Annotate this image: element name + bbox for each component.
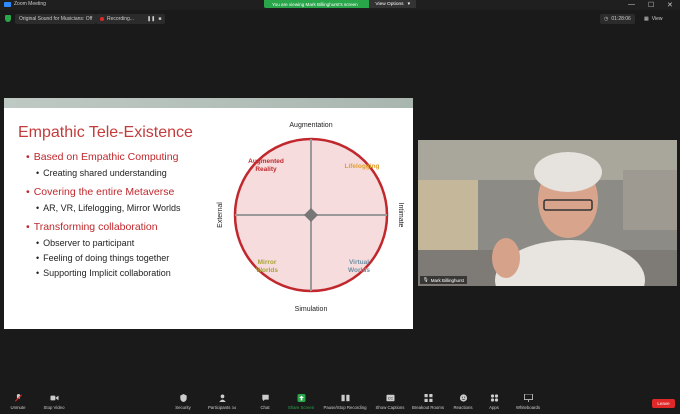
shared-slide: Empathic Tele-Existence • Based on Empath… <box>4 98 413 329</box>
show-captions-button[interactable]: CC Show Captions <box>370 394 410 410</box>
quadrant-virtual-worlds-line1: Virtual <box>349 259 369 266</box>
view-options-label: View Options <box>375 1 404 7</box>
pause-stop-recording-button[interactable]: Pause/Stop Recording <box>323 394 367 410</box>
zoom-logo-icon <box>4 2 11 7</box>
grid-icon: ▦ <box>644 16 649 22</box>
record-dot-icon <box>100 17 104 21</box>
share-screen-label: Share Screen <box>287 405 315 410</box>
original-sound-label: Original Sound for Musicians: Off <box>19 16 93 22</box>
recording-indicator: Recording... ❚❚ ■ <box>96 14 166 24</box>
quadrant-virtual-worlds-line2: Worlds <box>348 267 370 274</box>
participant-video[interactable]: 🎙 Mark Billinghurst <box>418 140 677 286</box>
apps-label: Apps <box>489 405 499 410</box>
axis-top-label: Augmentation <box>289 122 332 129</box>
meeting-toolbar: Unmute Stop Video Security Participants … <box>0 391 680 414</box>
breakout-rooms-icon <box>424 394 432 402</box>
window-title: Zoom Meeting <box>14 1 46 7</box>
pause-stop-recording-label: Pause/Stop Recording <box>323 405 367 410</box>
view-label: View <box>651 16 663 22</box>
participants-label: Participants 34 <box>207 405 237 410</box>
metaverse-diagram: Augmentation Simulation External Intimat… <box>217 122 404 313</box>
reactions-smiley-icon <box>459 394 467 402</box>
stop-icon[interactable]: ■ <box>158 16 161 22</box>
quadrant-augmented-reality-line2: Reality <box>255 166 277 173</box>
chat-bubble-icon <box>261 394 269 402</box>
stop-video-button[interactable]: Stop Video <box>34 394 74 410</box>
timer-icon: ◷ <box>604 16 609 22</box>
chevron-down-icon: ▾ <box>407 1 410 7</box>
pause-icon[interactable]: ❚❚ <box>147 16 155 22</box>
unmute-button[interactable]: Unmute <box>0 394 38 410</box>
whiteboards-label: Whiteboards <box>515 405 541 410</box>
view-options-button[interactable]: View Options ▾ <box>369 0 416 8</box>
unmute-label: Unmute <box>10 405 26 410</box>
svg-text:CC: CC <box>387 397 393 401</box>
chat-button[interactable]: Chat <box>245 394 285 410</box>
reactions-label: Reactions <box>453 405 473 410</box>
security-label: Security <box>175 405 191 410</box>
security-shield-icon <box>5 15 11 22</box>
breakout-rooms-label: Breakout Rooms <box>411 405 444 410</box>
quadrant-augmented-reality-line1: Augmented <box>248 158 284 165</box>
stop-video-label: Stop Video <box>43 405 65 410</box>
participants-icon <box>218 394 226 402</box>
apps-icon <box>490 394 498 402</box>
participants-button[interactable]: Participants 34 <box>202 394 242 410</box>
original-sound-toggle[interactable]: Original Sound for Musicians: Off <box>15 14 97 24</box>
timer-label: 01:28:06 <box>611 16 631 22</box>
pause-stop-icon <box>341 394 349 402</box>
view-button[interactable]: ▦ View <box>640 14 666 24</box>
share-screen-icon <box>297 394 305 402</box>
mic-muted-icon: 🎙 <box>423 277 429 282</box>
whiteboards-button[interactable]: Whiteboards <box>508 394 548 410</box>
viewing-banner-text: You are viewing Mark Billinghurst's scre… <box>272 1 358 7</box>
viewing-banner: You are viewing Mark Billinghurst's scre… <box>264 0 416 8</box>
quadrant-mirror-worlds-line1: Mirror <box>258 259 277 266</box>
security-shield-toolbar-icon <box>179 394 187 402</box>
axis-bottom-label: Simulation <box>295 306 328 313</box>
chat-label: Chat <box>260 405 270 410</box>
participants-count: 34 <box>231 405 237 410</box>
leave-button[interactable]: Leave <box>652 399 675 408</box>
mic-off-icon <box>14 394 22 402</box>
quadrant-lifelogging: Lifelogging <box>344 163 379 170</box>
recording-label: Recording... <box>107 16 134 22</box>
meeting-timer: ◷ 01:28:06 <box>600 14 635 24</box>
participant-video-feed <box>418 140 677 286</box>
maximize-button[interactable]: ☐ <box>648 1 654 9</box>
captions-icon: CC <box>386 394 394 402</box>
whiteboard-icon <box>523 394 533 402</box>
video-camera-icon <box>50 395 58 401</box>
meeting-top-bar: Original Sound for Musicians: Off Record… <box>0 12 680 26</box>
participant-name: Mark Billinghurst <box>430 277 464 283</box>
participant-name-tag: 🎙 Mark Billinghurst <box>420 276 467 284</box>
share-screen-button[interactable]: Share Screen <box>281 394 321 410</box>
axis-right-label: Intimate <box>397 203 404 228</box>
minimize-button[interactable]: — <box>628 1 635 8</box>
close-button[interactable]: ✕ <box>667 1 673 9</box>
quadrant-mirror-worlds-line2: Worlds <box>256 267 278 274</box>
security-button[interactable]: Security <box>163 394 203 410</box>
breakout-rooms-button[interactable]: Breakout Rooms <box>408 394 448 410</box>
show-captions-label: Show Captions <box>375 405 405 410</box>
axis-left-label: External <box>217 202 224 228</box>
